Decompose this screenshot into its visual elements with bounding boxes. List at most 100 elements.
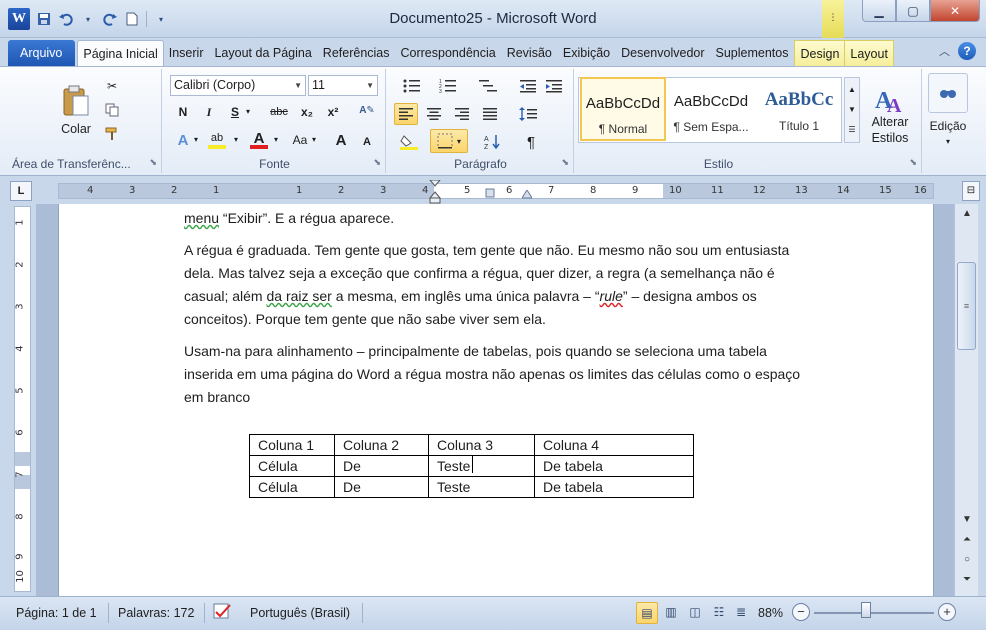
underline-button[interactable]: S bbox=[226, 103, 244, 121]
zoom-in-button[interactable]: + bbox=[938, 603, 956, 621]
show-formatting-marks-button[interactable]: ¶ bbox=[520, 131, 542, 153]
text-effects-icon[interactable]: A bbox=[174, 131, 192, 149]
tab-layout-da-pagina[interactable]: Layout da Página bbox=[209, 40, 317, 66]
help-icon[interactable]: ? bbox=[958, 42, 976, 60]
superscript-button[interactable]: x² bbox=[324, 103, 342, 121]
chevron-up-icon[interactable]: ▲ bbox=[848, 80, 856, 100]
clear-formatting-icon[interactable]: A✎ bbox=[358, 101, 376, 119]
column-marker-icon[interactable] bbox=[485, 188, 495, 198]
highlight-dropdown-icon[interactable]: ▾ bbox=[234, 135, 238, 144]
table-cell[interactable]: Coluna 3 bbox=[428, 434, 535, 456]
bold-button[interactable]: N bbox=[174, 103, 192, 121]
cut-icon[interactable]: ✂ bbox=[102, 77, 122, 95]
chevron-down-icon[interactable]: ▼ bbox=[848, 100, 856, 120]
increase-indent-icon[interactable] bbox=[544, 77, 564, 95]
zoom-level[interactable]: 88% bbox=[758, 602, 783, 624]
bullets-icon[interactable] bbox=[398, 77, 426, 95]
table-cell[interactable]: Coluna 4 bbox=[534, 434, 694, 456]
outline-icon[interactable]: ☷ bbox=[708, 602, 730, 624]
paragraph-launcher-icon[interactable]: ⬊ bbox=[561, 157, 569, 168]
document-page[interactable]: menu “Exibir”. E a régua aparece. A régu… bbox=[58, 204, 934, 596]
shrink-font-button[interactable]: A bbox=[358, 133, 376, 151]
font-size-combo[interactable]: 11 ▼ bbox=[308, 75, 378, 96]
tab-layout[interactable]: Layout bbox=[845, 40, 894, 66]
full-screen-reading-icon[interactable]: ▥ bbox=[660, 602, 682, 624]
table-cell[interactable]: Célula bbox=[249, 476, 335, 498]
table-cell[interactable]: Coluna 1 bbox=[249, 434, 335, 456]
numbering-icon[interactable]: 123 bbox=[434, 77, 462, 95]
tab-pagina-inicial[interactable]: Página Inicial bbox=[77, 40, 164, 66]
word-count[interactable]: Palavras: 172 bbox=[118, 602, 194, 624]
vertical-ruler[interactable]: 1 2 3 4 5 6 7 8 9 10 bbox=[14, 206, 31, 592]
change-case-dropdown-icon[interactable]: ▾ bbox=[312, 135, 316, 144]
page-count[interactable]: Página: 1 de 1 bbox=[16, 602, 97, 624]
font-color-icon[interactable]: A bbox=[250, 130, 268, 149]
table-cell[interactable]: De tabela bbox=[534, 476, 694, 498]
align-right-icon[interactable] bbox=[450, 103, 474, 125]
tab-suplementos[interactable]: Suplementos bbox=[711, 40, 795, 66]
table-cell[interactable]: Coluna 2 bbox=[334, 434, 429, 456]
underline-dropdown-icon[interactable]: ▾ bbox=[246, 107, 250, 116]
maximize-button[interactable]: ▢ bbox=[896, 0, 930, 22]
style-no-spacing[interactable]: AaBbCcDd ¶ Sem Espa... bbox=[668, 77, 754, 141]
tab-arquivo[interactable]: Arquivo bbox=[8, 40, 76, 66]
next-page-icon[interactable]: ⏷ bbox=[959, 574, 975, 590]
line-spacing-icon[interactable] bbox=[512, 103, 544, 125]
close-button[interactable]: ✕ bbox=[930, 0, 980, 22]
browse-object-icon[interactable]: ○ bbox=[959, 554, 975, 570]
format-painter-icon[interactable] bbox=[102, 125, 122, 143]
previous-page-icon[interactable]: ⏶ bbox=[959, 534, 975, 550]
tab-desenvolvedor[interactable]: Desenvolvedor bbox=[616, 40, 710, 66]
zoom-slider-thumb[interactable] bbox=[861, 602, 871, 618]
vertical-scrollbar[interactable]: ▲ ≡ ▼ ⏶ ○ ⏷ bbox=[954, 204, 978, 596]
scrollbar-thumb[interactable]: ≡ bbox=[957, 262, 976, 350]
print-layout-icon[interactable]: ▤ bbox=[636, 602, 658, 624]
find-icon[interactable] bbox=[928, 73, 968, 113]
styles-scroll[interactable]: ▲ ▼ ☰ bbox=[844, 77, 860, 143]
proofing-icon[interactable] bbox=[212, 602, 236, 624]
draft-icon[interactable]: ≣ bbox=[730, 602, 752, 624]
tab-exibicao[interactable]: Exibição bbox=[558, 40, 616, 66]
view-ruler-icon[interactable]: ⊟ bbox=[962, 181, 980, 201]
paste-button[interactable]: Colar bbox=[54, 75, 98, 145]
scroll-up-icon[interactable]: ▲ bbox=[959, 208, 975, 224]
scroll-down-icon[interactable]: ▼ bbox=[959, 514, 975, 530]
horizontal-ruler[interactable]: 4 3 2 1 1 2 3 4 5 6 7 8 9 10 11 12 13 14… bbox=[58, 180, 934, 204]
decrease-indent-icon[interactable] bbox=[518, 77, 538, 95]
font-launcher-icon[interactable]: ⬊ bbox=[373, 157, 381, 168]
font-name-combo[interactable]: Calibri (Corpo) ▼ bbox=[170, 75, 306, 96]
style-normal[interactable]: AaBbCcDd ¶ Normal bbox=[580, 77, 666, 141]
highlight-icon[interactable]: ab bbox=[208, 131, 226, 149]
minimize-ribbon-icon[interactable]: ︿ bbox=[939, 43, 950, 59]
tab-correspondencia[interactable]: Correspondência bbox=[396, 40, 502, 66]
minimize-button[interactable]: ▁ bbox=[862, 0, 896, 22]
web-layout-icon[interactable]: ◫ bbox=[684, 602, 706, 624]
document-body[interactable]: menu “Exibir”. E a régua aparece. A régu… bbox=[184, 207, 809, 418]
align-center-icon[interactable] bbox=[422, 103, 446, 125]
italic-button[interactable]: I bbox=[200, 103, 218, 121]
sort-icon[interactable]: AZ bbox=[482, 131, 504, 153]
clipboard-launcher-icon[interactable]: ⬊ bbox=[149, 157, 157, 168]
editing-dropdown-icon[interactable]: ▾ bbox=[924, 135, 972, 147]
shading-icon[interactable] bbox=[396, 131, 422, 153]
multilevel-list-icon[interactable] bbox=[472, 77, 504, 95]
subscript-button[interactable]: x₂ bbox=[298, 103, 316, 121]
align-left-button[interactable] bbox=[394, 103, 418, 125]
tab-revisao[interactable]: Revisão bbox=[502, 40, 558, 66]
justify-icon[interactable] bbox=[478, 103, 502, 125]
language[interactable]: Português (Brasil) bbox=[250, 602, 350, 624]
column-marker-icon[interactable] bbox=[522, 190, 532, 200]
change-styles-button[interactable]: AA Alterar Estilos bbox=[866, 75, 914, 155]
table-cell[interactable]: Célula bbox=[249, 455, 335, 477]
tab-design[interactable]: Design bbox=[794, 40, 846, 66]
grow-font-button[interactable]: A bbox=[332, 131, 350, 149]
editing-label[interactable]: Edição bbox=[924, 117, 972, 135]
styles-launcher-icon[interactable]: ⬊ bbox=[909, 157, 917, 168]
table-cell[interactable]: Teste bbox=[428, 476, 535, 498]
text-effects-dropdown-icon[interactable]: ▾ bbox=[194, 135, 198, 144]
table-cell[interactable]: Teste bbox=[428, 455, 535, 477]
table-cell[interactable]: De tabela bbox=[534, 455, 694, 477]
zoom-slider[interactable] bbox=[814, 612, 934, 614]
style-heading-1[interactable]: AaBbCc Título 1 bbox=[756, 77, 842, 141]
tab-inserir[interactable]: Inserir bbox=[164, 40, 210, 66]
